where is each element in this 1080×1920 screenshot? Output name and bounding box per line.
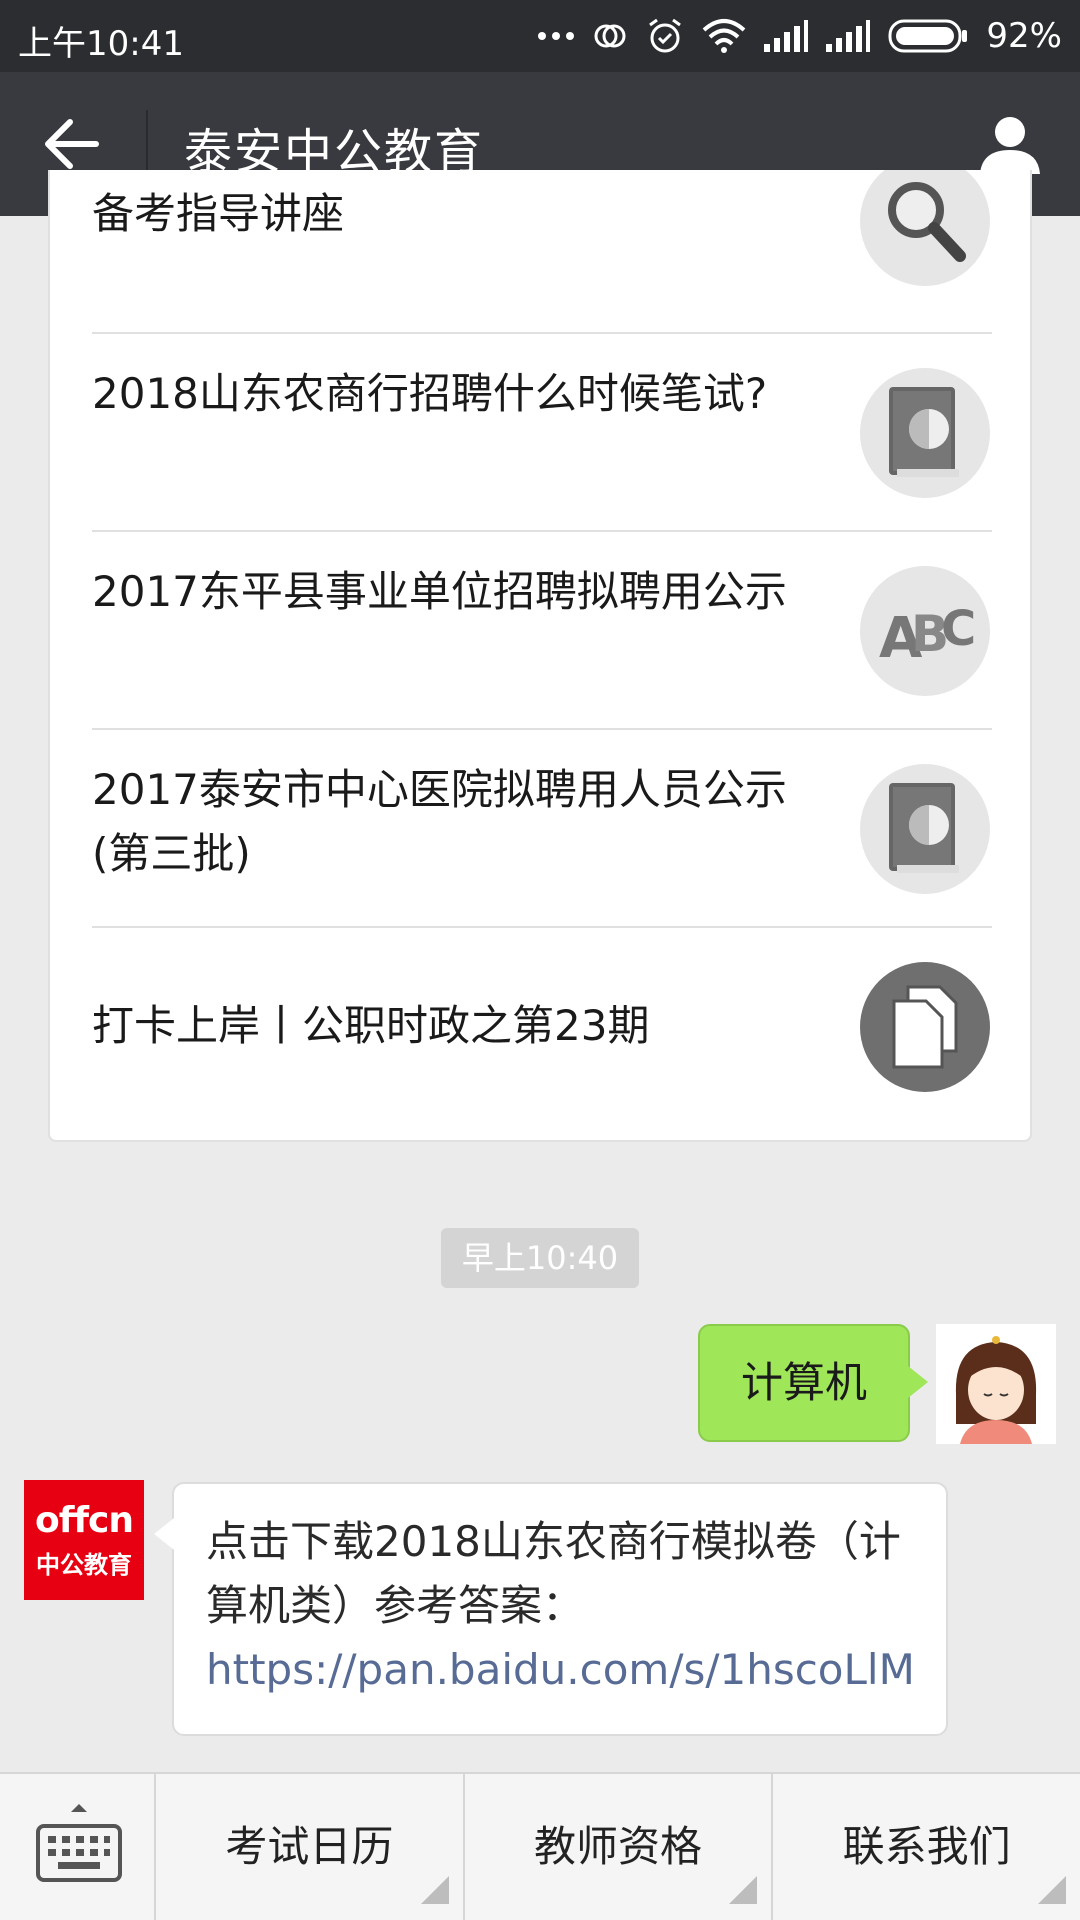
- signal-icon: [764, 20, 809, 52]
- article-item[interactable]: 2018山东农商行招聘什么时候笔试?: [92, 334, 992, 532]
- article-title: 2018山东农商行招聘什么时候笔试?: [92, 369, 768, 418]
- more-dots-icon: [538, 32, 575, 40]
- article-item[interactable]: 备考指导讲座: [92, 170, 992, 334]
- book-icon: [860, 368, 990, 498]
- bottom-menu-bar: 考试日历 教师资格 联系我们: [0, 1772, 1080, 1920]
- official-account-avatar[interactable]: offcn 中公教育: [24, 1480, 144, 1600]
- menu-label: 教师资格: [534, 1822, 703, 1871]
- sent-message-bubble[interactable]: 计算机: [698, 1324, 928, 1442]
- article-title: 2017东平县事业单位招聘拟聘用公示: [92, 567, 787, 616]
- received-message-bubble[interactable]: 点击下载2018山东农商行模拟卷（计算机类）参考答案： https://pan.b…: [154, 1482, 948, 1736]
- download-link[interactable]: https://pan.baidu.com/s/1hscoLlM: [206, 1645, 915, 1694]
- svg-text:C: C: [941, 601, 975, 657]
- article-title: 打卡上岸丨公职时政之第23期: [92, 1001, 650, 1050]
- profile-icon[interactable]: [978, 112, 1042, 176]
- received-message-text: 点击下载2018山东农商行模拟卷（计算机类）参考答案：: [206, 1517, 901, 1630]
- status-time: 上午10:41: [18, 24, 184, 64]
- brand-logo-subtext: 中公教育: [36, 1551, 132, 1579]
- wifi-icon: [703, 19, 746, 53]
- menu-label: 联系我们: [842, 1822, 1011, 1871]
- article-title: 备考指导讲座: [92, 189, 345, 238]
- signal-icon: [826, 20, 871, 52]
- book-icon: [860, 764, 990, 894]
- sync-icon: [594, 24, 626, 48]
- back-arrow-icon[interactable]: [40, 116, 100, 172]
- nav-divider: [146, 110, 148, 178]
- article-item[interactable]: 打卡上岸丨公职时政之第23期: [92, 928, 992, 1126]
- article-card: 备考指导讲座 2018山东农商行招聘什么时候笔试? 2017东平县事业单位招聘拟…: [48, 170, 1032, 1142]
- brand-logo-text: offcn: [34, 1500, 134, 1541]
- status-icons: 92%: [538, 12, 1062, 60]
- keyboard-icon: [36, 1804, 122, 1882]
- submenu-indicator-icon: [420, 1876, 449, 1904]
- magnifier-icon: [860, 170, 990, 286]
- menu-label: 考试日历: [225, 1822, 394, 1871]
- document-icon: [860, 962, 990, 1092]
- article-title: 2017泰安市中心医院拟聘用人员公示(第三批): [92, 765, 787, 878]
- user-avatar[interactable]: [936, 1324, 1056, 1444]
- article-item[interactable]: 2017泰安市中心医院拟聘用人员公示(第三批): [92, 730, 992, 928]
- status-bar: 上午10:41 92%: [0, 0, 1080, 72]
- menu-teacher-qualification[interactable]: 教师资格: [465, 1774, 774, 1920]
- menu-contact-us[interactable]: 联系我们: [773, 1774, 1080, 1920]
- battery-icon: [888, 19, 968, 53]
- abc-icon: ABC: [860, 566, 990, 696]
- menu-exam-calendar[interactable]: 考试日历: [156, 1774, 465, 1920]
- submenu-indicator-icon: [729, 1876, 758, 1904]
- submenu-indicator-icon: [1038, 1876, 1067, 1904]
- chat-timestamp: 早上10:40: [441, 1228, 639, 1288]
- article-item[interactable]: 2017东平县事业单位招聘拟聘用公示 ABC: [92, 532, 992, 730]
- keyboard-toggle-button[interactable]: [0, 1774, 156, 1920]
- battery-percent: 92%: [986, 16, 1062, 56]
- alarm-icon: [649, 18, 682, 53]
